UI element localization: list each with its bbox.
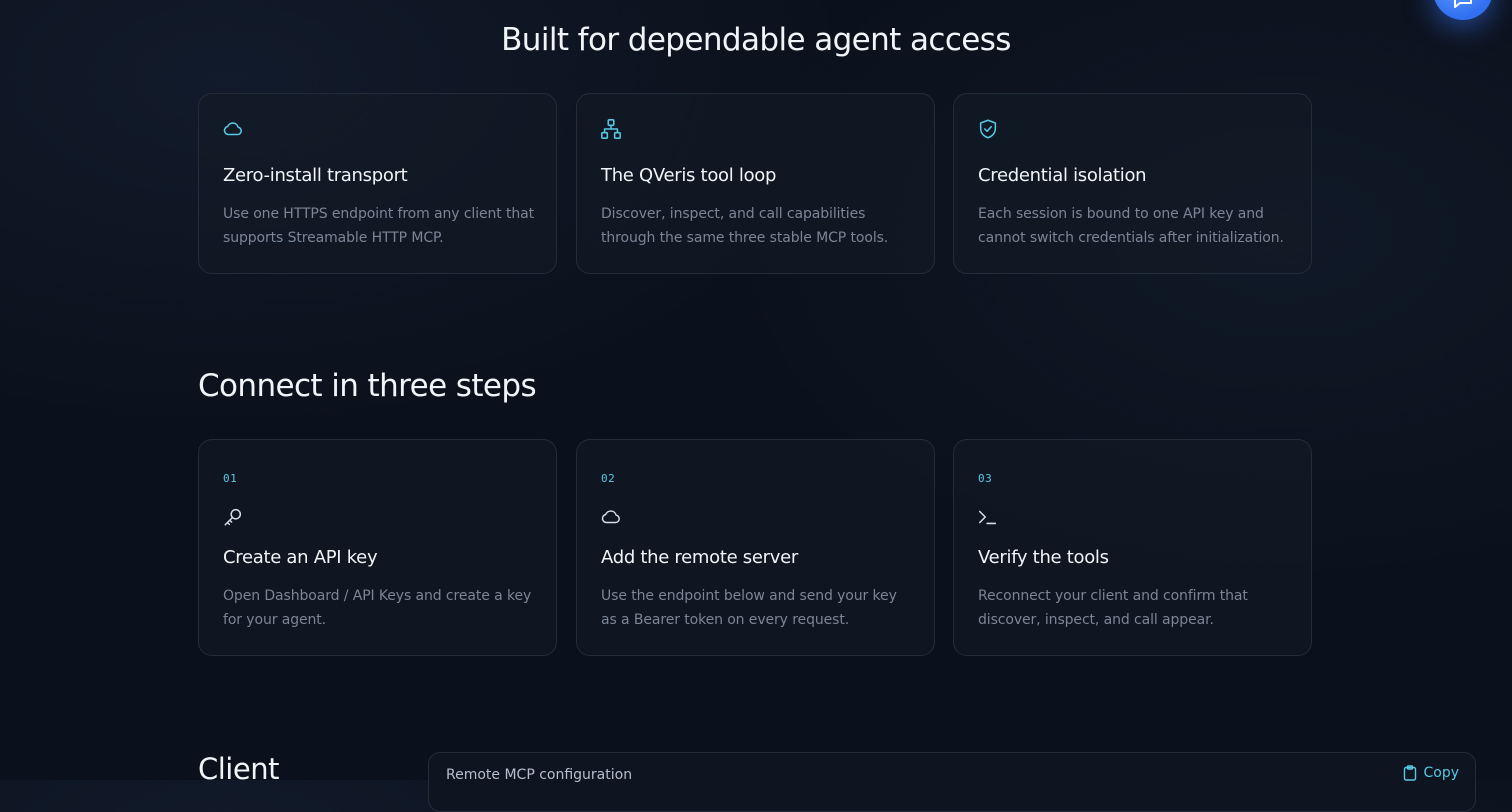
step-card-description: Reconnect your client and confirm that d… — [978, 588, 1248, 628]
feature-card-title: Zero-install transport — [223, 165, 408, 186]
config-panel-label: Remote MCP configuration — [446, 767, 633, 783]
steps-section-title: Connect in three steps — [198, 368, 537, 404]
key-icon — [222, 506, 246, 530]
cloud-icon — [600, 506, 624, 530]
step-card-verify-tools: 03 Verify the tools Reconnect your clien… — [953, 439, 1312, 656]
step-card-title: Verify the tools — [978, 547, 1109, 568]
chat-icon — [1454, 0, 1472, 8]
step-card-description: Use the endpoint below and send your key… — [601, 588, 897, 628]
client-section-title: Client — [198, 752, 279, 786]
remote-config-panel: Remote MCP configuration Copy — [428, 752, 1476, 812]
step-number: 03 — [978, 472, 993, 485]
clipboard-icon — [1404, 765, 1417, 781]
feature-card-title: The QVeris tool loop — [601, 165, 777, 186]
feature-card-zero-install: Zero-install transport Use one HTTPS end… — [198, 93, 557, 274]
chat-launcher-button[interactable] — [1433, 0, 1493, 20]
step-card-add-server: 02 Add the remote server Use the endpoin… — [576, 439, 935, 656]
step-card-create-key: 01 Create an API key Open Dashboard / AP… — [198, 439, 557, 656]
terminal-icon — [977, 506, 1001, 530]
copy-button-label: Copy — [1423, 765, 1459, 781]
features-section-title: Built for dependable agent access — [501, 22, 1011, 58]
feature-card-tool-loop: The QVeris tool loop Discover, inspect, … — [576, 93, 935, 274]
step-card-title: Add the remote server — [601, 547, 798, 568]
network-icon — [600, 118, 624, 142]
step-number: 02 — [601, 472, 616, 485]
step-number: 01 — [223, 472, 238, 485]
feature-card-title: Credential isolation — [978, 165, 1147, 186]
step-card-description: Open Dashboard / API Keys and create a k… — [223, 588, 532, 628]
cloud-icon — [222, 118, 246, 142]
shield-check-icon — [977, 118, 1001, 142]
copy-button[interactable]: Copy — [1403, 765, 1459, 781]
feature-card-description: Use one HTTPS endpoint from any client t… — [223, 206, 535, 246]
feature-card-credential-isolation: Credential isolation Each session is bou… — [953, 93, 1312, 274]
step-card-title: Create an API key — [223, 547, 378, 568]
feature-card-description: Each session is bound to one API key and… — [978, 206, 1284, 246]
feature-card-description: Discover, inspect, and call capabilities… — [601, 206, 889, 246]
